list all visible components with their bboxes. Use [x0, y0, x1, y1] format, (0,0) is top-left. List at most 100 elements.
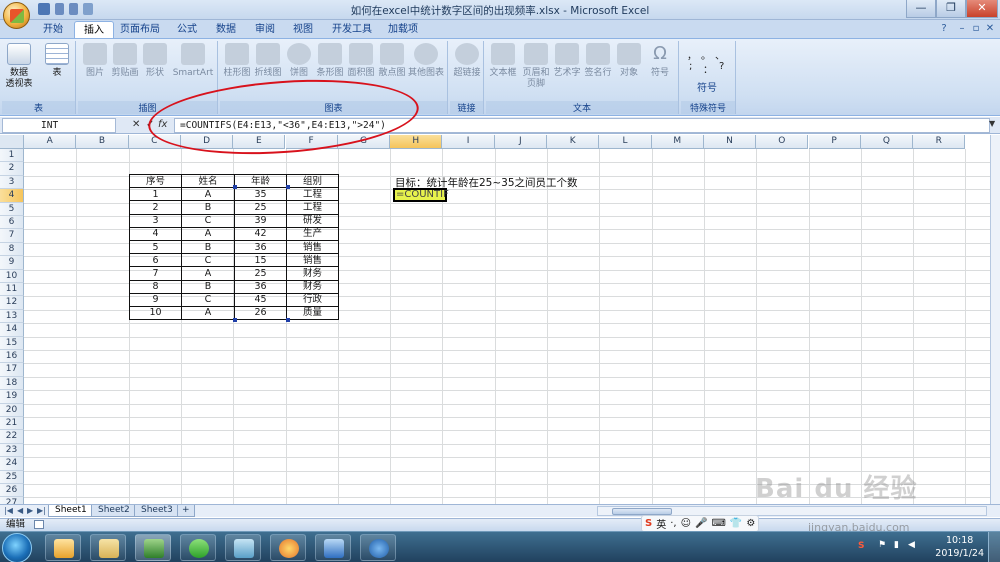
symbol-question[interactable]: ? [719, 61, 724, 72]
shapes-button[interactable]: 形状 [140, 43, 170, 79]
ime-emoji-icon[interactable]: ☺ [681, 518, 691, 529]
first-sheet-icon[interactable]: |◀ [4, 506, 13, 515]
table-cell[interactable]: 财务 [286, 266, 339, 281]
taskbar-excel-icon[interactable] [135, 534, 171, 561]
column-header-p[interactable]: P [808, 135, 861, 149]
column-header-r[interactable]: R [913, 135, 966, 149]
table-cell[interactable]: 10 [129, 305, 182, 321]
tab-developer[interactable]: 开发工具 [323, 21, 381, 39]
taskbar-photo-icon[interactable] [315, 534, 351, 561]
scatter-chart-button[interactable]: 散点图 [377, 43, 407, 79]
taskbar-wechat-icon[interactable] [180, 534, 216, 561]
table-cell[interactable]: 工程 [286, 187, 339, 202]
scroll-thumb[interactable] [612, 508, 672, 515]
taskbar-explorer-icon[interactable] [90, 534, 126, 561]
table-cell[interactable]: B [181, 279, 235, 294]
sogou-icon[interactable]: S [645, 518, 652, 529]
taskbar-paint-icon[interactable] [270, 534, 306, 561]
smartart-button[interactable]: SmartArt [172, 43, 214, 79]
row-header-14[interactable]: 14 [0, 323, 24, 337]
column-header-q[interactable]: Q [860, 135, 914, 149]
help-icon[interactable]: ? [938, 23, 950, 35]
table-cell[interactable]: 42 [234, 226, 287, 241]
column-chart-button[interactable]: 柱形图 [222, 43, 252, 79]
tray-flag-icon[interactable]: ⚑ [878, 540, 886, 550]
ime-voice-icon[interactable]: 🎤 [695, 518, 707, 529]
formula-expand-icon[interactable]: ▼ [989, 119, 998, 131]
tab-addins[interactable]: 加载项 [379, 21, 427, 39]
line-chart-button[interactable]: 折线图 [253, 43, 283, 79]
column-header-n[interactable]: N [703, 135, 757, 149]
row-header-25[interactable]: 25 [0, 470, 24, 484]
clock[interactable]: 10:18 2019/1/24 [935, 534, 984, 560]
ime-punct[interactable]: ·, [670, 518, 676, 529]
tab-data[interactable]: 数据 [207, 21, 245, 39]
table-cell[interactable]: 研发 [286, 213, 339, 228]
row-header-19[interactable]: 19 [0, 390, 24, 404]
column-header-h[interactable]: H [390, 135, 443, 149]
wordart-button[interactable]: 艺术字 [552, 43, 582, 79]
special-symbol-dropdown[interactable]: 符号 [697, 79, 717, 94]
tray-volume-icon[interactable]: ◀ [908, 540, 915, 550]
tab-review[interactable]: 审阅 [246, 21, 284, 39]
symbol-comma[interactable]: ， [687, 47, 697, 62]
column-header-l[interactable]: L [599, 135, 652, 149]
table-cell[interactable]: 3 [129, 213, 182, 228]
row-header-1[interactable]: 1 [0, 149, 24, 163]
other-charts-button[interactable]: 其他图表 [408, 43, 444, 79]
column-header-j[interactable]: J [494, 135, 547, 149]
row-header-12[interactable]: 12 [0, 296, 24, 310]
row-header-20[interactable]: 20 [0, 403, 24, 417]
cancel-formula-button[interactable]: ✕ [132, 118, 140, 132]
table-header-cell[interactable]: 年龄 [234, 173, 287, 189]
table-cell[interactable]: 生产 [286, 226, 339, 241]
row-header-6[interactable]: 6 [0, 216, 24, 230]
sheet-tab-sheet3[interactable]: Sheet3 [134, 505, 180, 517]
select-all-corner[interactable] [0, 135, 24, 149]
clipart-button[interactable]: 剪贴画 [110, 43, 140, 79]
column-header-o[interactable]: O [756, 135, 809, 149]
taskbar-app-icon[interactable] [225, 534, 261, 561]
table-cell[interactable]: 36 [234, 279, 287, 294]
table-cell[interactable]: 财务 [286, 279, 339, 294]
sheet-tab-sheet2[interactable]: Sheet2 [91, 505, 137, 517]
area-chart-button[interactable]: 面积图 [346, 43, 376, 79]
symbol-ideographic-comma[interactable]: 、 [715, 47, 725, 62]
taskbar-help-icon[interactable] [360, 534, 396, 561]
row-header-23[interactable]: 23 [0, 443, 24, 458]
row-header-2[interactable]: 2 [0, 162, 24, 176]
row-header-3[interactable]: 3 [0, 175, 24, 190]
table-cell[interactable]: 9 [129, 292, 182, 307]
table-header-cell[interactable]: 组别 [286, 173, 339, 189]
close-button[interactable]: ✕ [966, 0, 998, 18]
bar-chart-button[interactable]: 条形图 [315, 43, 345, 79]
table-cell[interactable]: C [181, 253, 235, 268]
table-header-cell[interactable]: 姓名 [181, 173, 235, 189]
ime-lang[interactable]: 英 [656, 516, 666, 531]
column-header-k[interactable]: K [547, 135, 600, 149]
row-header-18[interactable]: 18 [0, 376, 24, 391]
sheet-tab-sheet1[interactable]: Sheet1 [48, 505, 94, 517]
table-cell[interactable]: 25 [234, 266, 287, 281]
taskbar-app-qq-icon[interactable] [45, 534, 81, 561]
column-header-a[interactable]: A [24, 135, 77, 149]
row-header-10[interactable]: 10 [0, 269, 24, 283]
table-cell[interactable]: A [181, 266, 235, 281]
vertical-scrollbar[interactable] [990, 135, 1000, 504]
row-header-26[interactable]: 26 [0, 484, 24, 498]
table-cell[interactable]: 销售 [286, 253, 339, 268]
signature-line-button[interactable]: 签名行 [583, 43, 613, 79]
table-cell[interactable]: 工程 [286, 200, 339, 215]
table-cell[interactable]: 25 [234, 200, 287, 215]
row-header-15[interactable]: 15 [0, 336, 24, 350]
tray-network-icon[interactable]: ▮ [894, 540, 899, 550]
row-header-7[interactable]: 7 [0, 229, 24, 243]
row-header-24[interactable]: 24 [0, 457, 24, 471]
ribbon-minimize-icon[interactable]: – [956, 23, 968, 35]
show-desktop-button[interactable] [988, 532, 1000, 562]
tab-home[interactable]: 开始 [34, 21, 72, 39]
pivot-table-button[interactable]: 数据 透视表 [4, 43, 34, 90]
row-header-8[interactable]: 8 [0, 242, 24, 257]
table-cell[interactable]: 4 [129, 226, 182, 241]
table-cell[interactable]: 行政 [286, 292, 339, 307]
